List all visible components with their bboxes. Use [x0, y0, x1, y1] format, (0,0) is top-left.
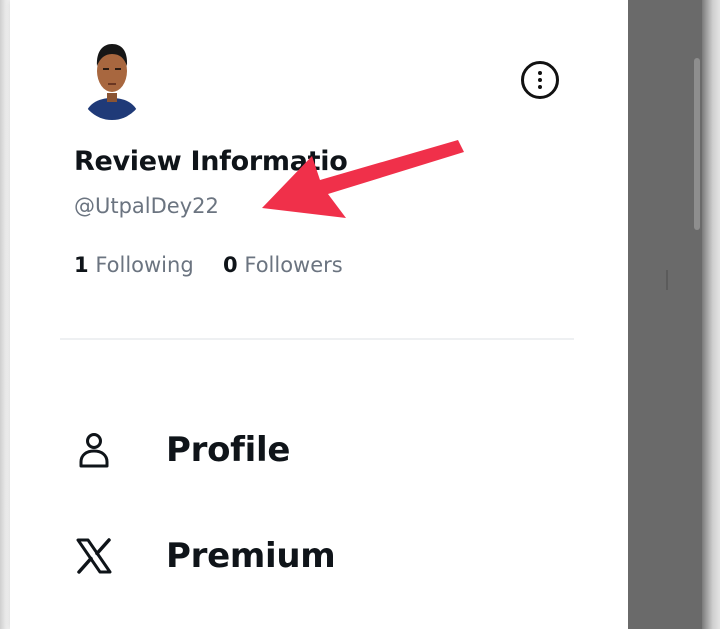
background-mark [666, 270, 668, 290]
follow-stats: 1 Following 0 Followers [74, 253, 343, 277]
x-logo-icon [76, 538, 112, 574]
screen-right-edge [702, 0, 720, 629]
following-label: Following [95, 253, 194, 277]
section-divider [60, 338, 574, 340]
followers-label: Followers [244, 253, 343, 277]
following-count: 1 [74, 253, 89, 277]
more-options-button[interactable] [521, 61, 559, 99]
annotation-arrow [262, 140, 464, 218]
more-options-icon-dot [538, 85, 542, 89]
followers-count: 0 [223, 253, 238, 277]
avatar-photo [80, 38, 144, 120]
scrollbar-thumb[interactable] [694, 58, 700, 230]
nav-item-profile[interactable]: Profile [74, 420, 554, 480]
person-icon [79, 433, 109, 468]
nav-item-premium[interactable]: Premium [74, 526, 554, 586]
more-options-icon-dot [538, 78, 542, 82]
nav-label-profile: Profile [166, 430, 291, 470]
nav-label-premium: Premium [166, 536, 336, 576]
followers-link[interactable]: 0 Followers [223, 253, 343, 277]
account-handle: @UtpalDey22 [74, 194, 219, 218]
avatar[interactable] [80, 38, 144, 120]
more-options-icon [538, 71, 542, 75]
following-link[interactable]: 1 Following [74, 253, 194, 277]
